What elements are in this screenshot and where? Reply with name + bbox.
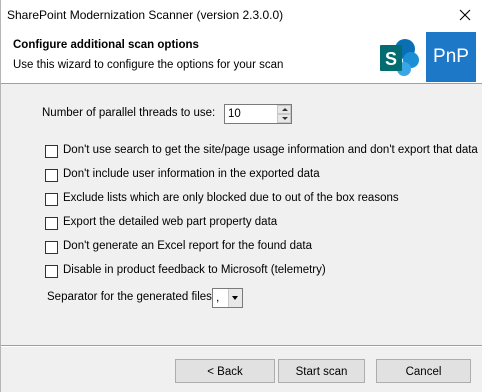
svg-text:S: S: [385, 49, 397, 69]
separator-label: Separator for the generated files:: [47, 291, 216, 303]
separator-dropdown[interactable]: ,: [212, 288, 243, 308]
option-label[interactable]: Don't include user information in the ex…: [63, 168, 320, 180]
options-panel: Number of parallel threads to use: Don't…: [1, 84, 482, 344]
back-button[interactable]: < Back: [175, 359, 275, 383]
start-scan-button[interactable]: Start scan: [278, 359, 365, 383]
wizard-step-title: Configure additional scan options: [13, 39, 199, 51]
checkbox[interactable]: [45, 145, 58, 158]
spinner-buttons: [277, 105, 291, 123]
separator-value: ,: [216, 290, 220, 304]
sharepoint-logo-icon: S: [380, 39, 419, 76]
close-icon: [459, 9, 471, 21]
checkbox[interactable]: [45, 217, 58, 230]
threads-input[interactable]: [225, 105, 277, 123]
chevron-down-icon[interactable]: [228, 289, 242, 307]
wizard-header: Configure additional scan options Use th…: [1, 30, 482, 84]
wizard-step-subtitle: Use this wizard to configure the options…: [13, 59, 284, 71]
threads-label: Number of parallel threads to use:: [42, 107, 216, 119]
title-bar: SharePoint Modernization Scanner (versio…: [1, 0, 482, 30]
threads-spinner[interactable]: [224, 104, 292, 124]
checkbox[interactable]: [45, 193, 58, 206]
scanner-window: SharePoint Modernization Scanner (versio…: [0, 0, 482, 392]
spinner-down-button[interactable]: [277, 114, 291, 123]
cancel-button[interactable]: Cancel: [376, 359, 471, 383]
footer-divider: [1, 345, 482, 347]
window-title: SharePoint Modernization Scanner (versio…: [7, 8, 284, 22]
option-label[interactable]: Exclude lists which are only blocked due…: [63, 192, 399, 204]
pnp-logo: PnP: [426, 32, 476, 82]
close-button[interactable]: [447, 0, 482, 30]
checkbox[interactable]: [45, 265, 58, 278]
option-label[interactable]: Disable in product feedback to Microsoft…: [63, 264, 326, 276]
option-label[interactable]: Don't use search to get the site/page us…: [63, 144, 478, 156]
checkbox[interactable]: [45, 241, 58, 254]
option-label[interactable]: Don't generate an Excel report for the f…: [63, 240, 312, 252]
option-label[interactable]: Export the detailed web part property da…: [63, 216, 277, 228]
spinner-up-button[interactable]: [277, 105, 291, 114]
checkbox[interactable]: [45, 169, 58, 182]
